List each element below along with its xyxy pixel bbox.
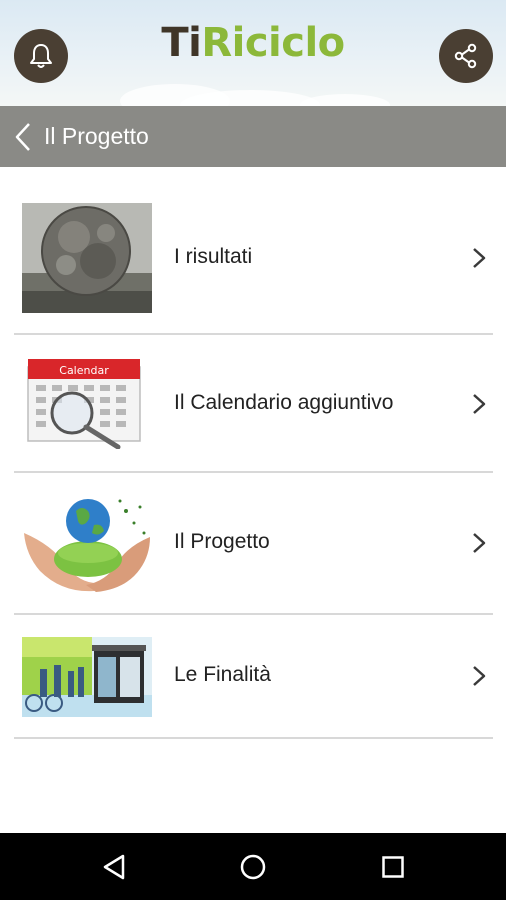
chevron-right-icon — [473, 666, 486, 686]
nav-home-icon — [240, 854, 266, 879]
item-label: Il Calendario aggiuntivo — [174, 391, 394, 414]
share-button[interactable] — [439, 29, 493, 83]
calendar-image: Calendar — [22, 355, 152, 449]
chevron-right-icon — [473, 248, 486, 268]
chevron-left-icon — [15, 122, 30, 151]
section-bar: Il Progetto — [0, 106, 506, 167]
calendar-image-text: Calendar — [59, 364, 109, 377]
app-logo: TiRiciclo — [0, 20, 506, 66]
chevron-right-icon — [473, 533, 486, 553]
list-item-finalita[interactable]: Le Finalità — [14, 615, 493, 739]
nav-home-button[interactable] — [218, 833, 288, 900]
cloud-decoration — [300, 94, 390, 106]
recycling-station-image — [22, 637, 152, 717]
chevron-right-icon — [473, 394, 486, 414]
share-icon — [454, 43, 477, 69]
page-title: Il Progetto — [44, 123, 149, 149]
nav-recents-button[interactable] — [358, 833, 428, 900]
back-button[interactable]: Il Progetto — [0, 106, 149, 167]
trash-sphere-image — [22, 203, 152, 313]
logo-ti: Ti — [161, 20, 202, 66]
nav-back-button[interactable] — [79, 833, 149, 900]
list-item-calendario[interactable]: Calendar Il Calendario aggiuntivo — [14, 335, 493, 473]
app-header: TiRiciclo — [0, 0, 506, 106]
list-item-progetto[interactable]: Il Progetto — [14, 473, 493, 615]
logo-riciclo: Riciclo — [201, 20, 345, 66]
system-navigation-bar — [0, 833, 506, 900]
nav-back-icon — [103, 854, 125, 879]
list-item-risultati[interactable]: I risultati — [14, 167, 493, 335]
hands-globe-image — [22, 493, 152, 593]
item-label: Le Finalità — [174, 663, 271, 686]
item-label: I risultati — [174, 245, 253, 268]
nav-recents-icon — [382, 855, 404, 878]
item-label: Il Progetto — [174, 530, 270, 553]
